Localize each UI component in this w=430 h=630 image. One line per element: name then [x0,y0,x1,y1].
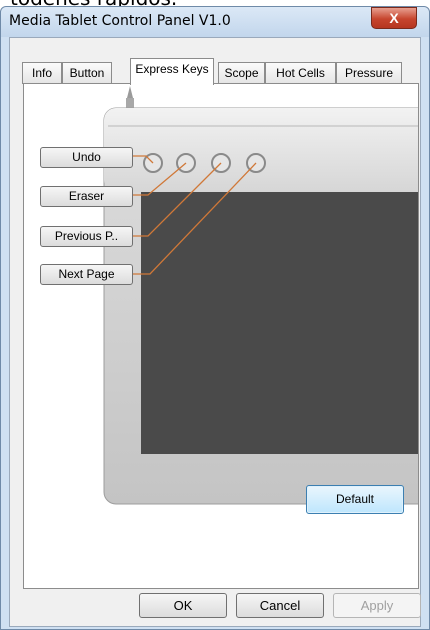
close-button[interactable]: X [371,7,417,29]
tab-info[interactable]: Info [22,62,62,84]
tab-hot-cells[interactable]: Hot Cells [265,62,336,84]
ok-button[interactable]: OK [139,593,227,618]
express-key-eraser-button[interactable]: Eraser [40,186,133,207]
tablet-top-bar [104,108,418,192]
tab-button[interactable]: Button [62,62,112,84]
express-keys-panel: Undo Eraser Previous P.. Next Page Defau… [23,83,419,589]
title-bar: Media Tablet Control Panel V1.0 X [1,7,429,37]
tab-pressure[interactable]: Pressure [336,62,402,84]
apply-button: Apply [333,593,421,618]
express-key-undo-button[interactable]: Undo [40,147,133,168]
tab-express-keys[interactable]: Express Keys [130,58,214,85]
express-key-previous-page-button[interactable]: Previous P.. [40,226,133,247]
pen-tip-base [126,98,134,108]
tab-scope[interactable]: Scope [218,62,265,84]
tablet-drawing-surface [141,192,418,454]
control-panel-window: Media Tablet Control Panel V1.0 X Info B… [0,6,430,630]
cancel-button[interactable]: Cancel [236,593,324,618]
pen-tip-icon [127,86,133,98]
express-key-next-page-button[interactable]: Next Page [40,264,133,285]
default-button[interactable]: Default [306,485,404,514]
window-title: Media Tablet Control Panel V1.0 [9,13,231,29]
